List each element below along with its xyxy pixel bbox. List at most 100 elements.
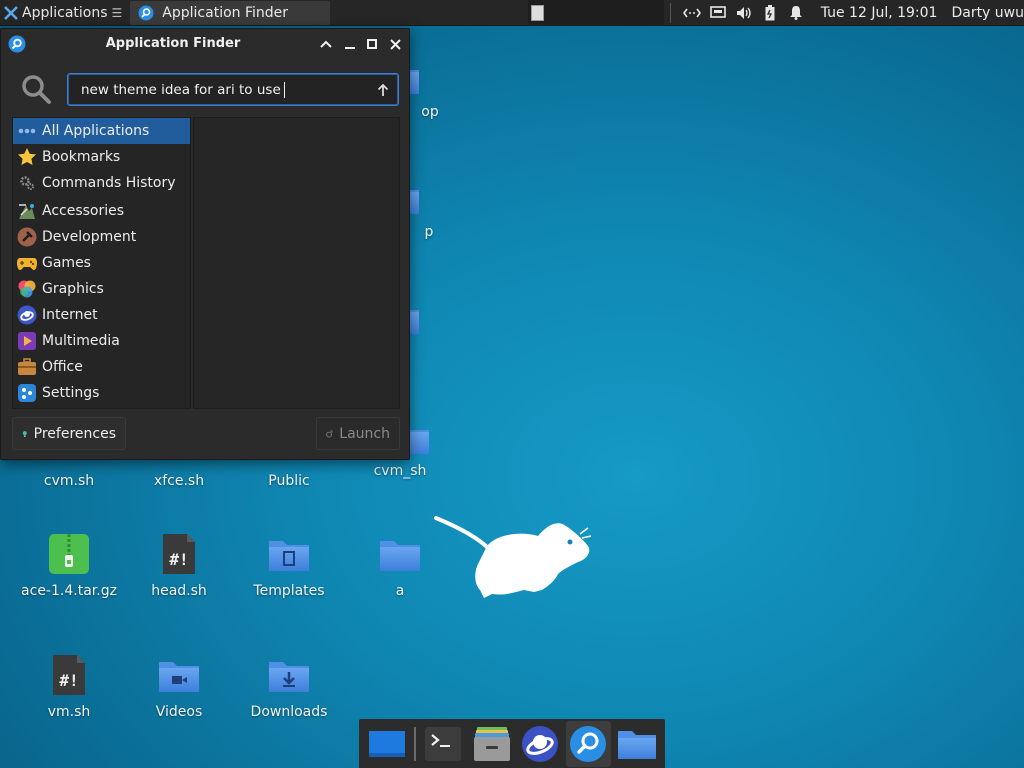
desktop-icon-label: xfce.sh: [153, 473, 205, 489]
maximize-icon: [367, 39, 377, 49]
close-button[interactable]: [386, 35, 404, 53]
top-panel: Applications ☰ Application Finder Tue 12…: [0, 0, 1024, 26]
close-icon: [389, 38, 401, 50]
shade-button[interactable]: [317, 35, 335, 53]
settings-icon: [16, 382, 38, 404]
battery-icon[interactable]: [761, 4, 779, 22]
dock-folder[interactable]: [615, 721, 659, 767]
minimize-button[interactable]: [341, 35, 359, 53]
dock-app-finder[interactable]: [566, 720, 611, 767]
accessories-icon: [16, 200, 38, 222]
workspace-switcher[interactable]: [527, 0, 664, 26]
folder-templates-icon: [269, 541, 309, 571]
category-label: All Applications: [42, 123, 150, 139]
desktop-folder-templates[interactable]: Templates: [239, 533, 339, 599]
desktop-icon-label: cvm.sh: [43, 473, 95, 489]
multimedia-icon: [16, 330, 38, 352]
search-input-value: new theme idea for ari to use: [81, 82, 281, 98]
menu-separator-icon: ☰: [111, 5, 123, 20]
category-all-applications[interactable]: All Applications: [13, 118, 190, 144]
notification-icon[interactable]: [787, 4, 805, 22]
category-label: Development: [42, 229, 137, 245]
workspace-1[interactable]: [530, 4, 544, 21]
applications-menu-label: Applications: [22, 4, 108, 21]
display-icon[interactable]: [709, 4, 727, 22]
xfce-mouse-logo: [434, 516, 592, 598]
desktop-folder-videos[interactable]: Videos: [129, 654, 229, 720]
dock-web-browser[interactable]: [518, 721, 562, 767]
minimize-icon: [345, 47, 355, 49]
desktop-icon-label: op: [421, 104, 439, 120]
application-finder-window: Application Finder new theme idea for ar…: [0, 28, 410, 460]
category-label: Office: [42, 359, 83, 375]
graphics-icon: [16, 278, 38, 300]
user-menu[interactable]: Darty uwu: [951, 5, 1024, 21]
category-games[interactable]: Games: [13, 250, 190, 276]
svg-text:#!: #!: [169, 550, 188, 569]
application-list[interactable]: [193, 117, 400, 409]
category-internet[interactable]: Internet: [13, 302, 190, 328]
folder-icon: [380, 541, 420, 571]
desktop-icon-label: vm.sh: [47, 704, 91, 720]
maximize-button[interactable]: [363, 35, 381, 53]
search-icon: [22, 75, 51, 104]
preferences-button[interactable]: Preferences: [12, 417, 126, 450]
category-label: Settings: [42, 385, 100, 401]
system-tray: [677, 0, 811, 26]
arrow-up-icon[interactable]: [377, 83, 389, 97]
category-commands-history[interactable]: Commands History: [13, 170, 190, 196]
desktop-icon-label: head.sh: [151, 583, 207, 599]
desktop-file-head-sh[interactable]: #! head.sh: [129, 533, 229, 599]
star-icon: [16, 146, 38, 168]
clock[interactable]: Tue 12 Jul, 19:01: [821, 5, 938, 21]
folder-icon: [617, 730, 656, 759]
desktop-icon-label: a: [395, 583, 405, 599]
category-label: Accessories: [42, 203, 125, 219]
network-icon[interactable]: [682, 4, 701, 22]
all-apps-icon: [16, 120, 38, 142]
desktop-icon-label: Templates: [253, 583, 325, 599]
window-titlebar[interactable]: Application Finder: [1, 29, 409, 59]
script-icon: #!: [163, 534, 195, 574]
applications-menu[interactable]: Applications ☰: [0, 0, 128, 26]
category-graphics[interactable]: Graphics: [13, 276, 190, 302]
desktop-folder-downloads[interactable]: Downloads: [239, 654, 339, 720]
script-icon: #!: [53, 655, 85, 695]
desktop-archive-ace[interactable]: ace-1.4.tar.gz: [19, 533, 119, 599]
launch-button[interactable]: Launch: [316, 417, 400, 450]
web-browser-icon: [522, 725, 559, 762]
desktop-file-vm-sh[interactable]: #! vm.sh: [19, 654, 119, 720]
launch-label: Launch: [339, 425, 390, 442]
gear-icon: [16, 172, 38, 194]
taskbar-button-application-finder[interactable]: Application Finder: [130, 0, 331, 25]
volume-icon[interactable]: [735, 4, 753, 22]
category-settings[interactable]: Settings: [13, 380, 190, 406]
chevron-up-icon: [320, 40, 332, 48]
app-finder-icon: [570, 725, 607, 762]
terminal-icon: [425, 726, 462, 761]
category-label: Multimedia: [42, 333, 120, 349]
svg-text:#!: #!: [59, 671, 78, 690]
taskbar-label: Application Finder: [162, 4, 289, 21]
show-desktop-icon: [369, 730, 406, 757]
preferences-icon: [22, 430, 27, 437]
category-accessories[interactable]: Accessories: [13, 198, 190, 224]
search-input[interactable]: new theme idea for ari to use: [67, 73, 399, 106]
category-label: Games: [42, 255, 91, 271]
category-list: All Applications Bookmarks Commands Hist…: [12, 117, 191, 409]
dock-show-desktop[interactable]: [365, 721, 409, 767]
desktop-icon-label: Videos: [155, 704, 203, 720]
file-manager-icon: [473, 726, 510, 761]
folder-downloads-icon: [269, 662, 309, 692]
dock-file-manager[interactable]: [470, 721, 514, 767]
category-development[interactable]: Development: [13, 224, 190, 250]
category-office[interactable]: Office: [13, 354, 190, 380]
category-label: Graphics: [42, 281, 104, 297]
dock-divider: [414, 726, 417, 761]
briefcase-icon: [16, 356, 38, 378]
gamepad-icon: [16, 252, 38, 274]
dock-terminal[interactable]: [421, 721, 465, 767]
category-bookmarks[interactable]: Bookmarks: [13, 144, 190, 170]
desktop-icon-label: ace-1.4.tar.gz: [21, 583, 117, 599]
category-multimedia[interactable]: Multimedia: [13, 328, 190, 354]
